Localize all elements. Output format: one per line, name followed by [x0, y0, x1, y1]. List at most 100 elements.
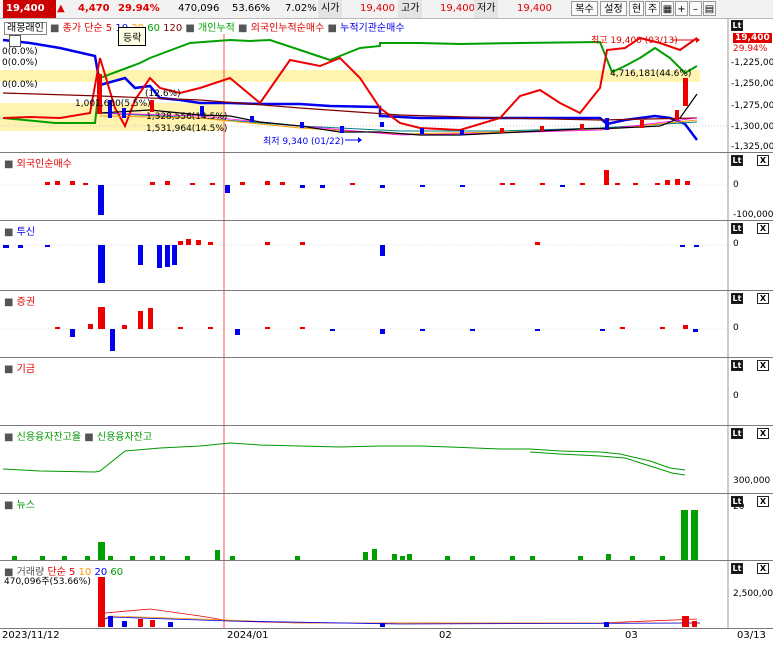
stock-button[interactable]: 주	[645, 1, 660, 16]
high-price: 19,400	[440, 3, 475, 14]
close-icon[interactable]: X	[757, 428, 769, 439]
close-icon[interactable]: X	[757, 155, 769, 166]
legend-dot: ■	[4, 297, 14, 308]
low-price: 19,400	[517, 3, 552, 14]
volume-pane[interactable]: ■ 거래량 단순 5 10 20 60 470,096주(53.66%) 2,5…	[0, 560, 773, 629]
trust-title: 투신	[16, 227, 36, 238]
legend-dot: ■	[4, 227, 14, 238]
news-pane[interactable]: ■ 뉴스 20 Lt X	[0, 493, 773, 561]
settings-box-icon[interactable]: Lt	[731, 496, 743, 507]
y-tick: 0	[733, 391, 739, 401]
y-tick: -1,250,00	[731, 79, 773, 89]
settings-box-icon[interactable]: Lt	[731, 428, 743, 439]
legend-dot: ■	[185, 23, 195, 34]
legend-dot: ■	[327, 23, 337, 34]
close-icon[interactable]: X	[757, 496, 769, 507]
legend-dot: ■	[238, 23, 248, 34]
pane-title: ■ 투신	[4, 223, 35, 238]
credit-balance-title: 신용융자잔고	[96, 432, 153, 443]
plus-icon[interactable]: +	[675, 1, 688, 16]
date-label: 03/13	[737, 630, 766, 641]
date-label: 2023/11/12	[2, 630, 60, 641]
minus-icon[interactable]: –	[689, 1, 702, 16]
open-price: 19,400	[360, 3, 395, 14]
current-price: 19,400	[3, 0, 56, 18]
y-tick: 0	[733, 239, 739, 249]
date-label: 03	[625, 630, 638, 641]
settings-button[interactable]: 설정	[600, 1, 627, 16]
volume-ratio: 53.66%	[232, 3, 271, 14]
trust-pane[interactable]: ■ 투신 0 Lt X	[0, 220, 773, 291]
tooltip-box: 등락	[118, 27, 147, 46]
volume-value: 470,096	[178, 3, 220, 14]
zero-label-2: 0(0.0%)	[2, 58, 38, 68]
price-pane[interactable]: 래몽래인 ■ 종가 단순 5 10 20 60 120 ■ 개인누적 ■ 외국인…	[0, 18, 773, 152]
annotation-1: 1,001,600(5.5%)	[75, 99, 151, 109]
news-title: 뉴스	[16, 500, 36, 511]
pane-title: ■ 뉴스	[4, 496, 35, 511]
window-icon[interactable]: ▤	[703, 1, 716, 16]
stock-name[interactable]: 래몽래인	[4, 22, 47, 35]
checkbox-icon[interactable]	[9, 35, 21, 47]
current-button[interactable]: 현	[629, 1, 644, 16]
high-note: 최고 19,400 (03/13)	[591, 36, 678, 46]
change-percent: 29.94%	[118, 3, 160, 14]
volume-ma20: 20	[94, 567, 108, 578]
legend-close-ma5: 종가 단순 5	[62, 23, 113, 34]
securities-pane[interactable]: ■ 증권 0 Lt X	[0, 290, 773, 358]
annotation-foreign: 4,716,181(44.6%)	[610, 69, 692, 79]
foreign-net-chart	[0, 153, 729, 221]
y-tick: -100,000	[733, 210, 773, 220]
quote-header: 19,400 ▲ 4,470 29.94% 470,096 53.66% 7.0…	[0, 0, 773, 19]
settings-box-icon[interactable]: Lt	[731, 360, 743, 371]
legend-dot: ■	[50, 23, 60, 34]
main-legend: 래몽래인 ■ 종가 단순 5 10 20 60 120 ■ 개인누적 ■ 외국인…	[4, 19, 405, 35]
settings-box-icon[interactable]: Lt	[731, 223, 743, 234]
y-tick: 0	[733, 180, 739, 190]
y-tick: -1,325,00	[731, 142, 773, 152]
y-tick: -1,275,00	[731, 101, 773, 111]
y-tick: 300,000	[733, 476, 771, 486]
close-icon[interactable]: X	[757, 293, 769, 304]
legend-dot: ■	[4, 432, 14, 443]
low-note: 최저 9,340 (01/22)	[263, 137, 345, 147]
foreign-net-pane[interactable]: ■ 외국인순매수 0 -100,000 Lt X	[0, 152, 773, 221]
legend-ma120: 120	[163, 23, 183, 34]
legend-dot: ■	[4, 159, 14, 170]
high-label: 고가	[398, 0, 423, 18]
grid-icon[interactable]: ▦	[661, 1, 674, 16]
open-label: 시가	[318, 0, 343, 18]
foreign-net-title: 외국인순매수	[16, 159, 72, 170]
settings-box-icon[interactable]: Lt	[731, 155, 743, 166]
credit-balance-line	[2, 442, 686, 473]
turnover-rate: 7.02%	[285, 3, 317, 14]
fund-chart	[223, 358, 729, 426]
close-icon[interactable]: X	[757, 223, 769, 234]
annotation-pct: (12.6%)	[145, 89, 181, 99]
y-tick: 0	[733, 323, 739, 333]
legend-individual: 개인누적	[198, 23, 235, 34]
pane-title: ■ 외국인순매수	[4, 155, 72, 170]
credit-pane[interactable]: ■ 신용융자잔고율 ■ 신용융자잔고 300,000 Lt X	[0, 425, 773, 494]
settings-box-icon[interactable]: Lt	[731, 563, 743, 574]
legend-foreign: 외국인누적순매수	[250, 23, 325, 34]
y-tick: -1,225,00	[731, 58, 773, 68]
settings-box-icon[interactable]: Lt	[731, 293, 743, 304]
up-arrow-icon: ▲	[57, 3, 65, 14]
securities-title: 증권	[16, 297, 36, 308]
zero-label-1: 0(0.0%)	[2, 47, 38, 57]
fund-pane[interactable]: ■ 기금 0 Lt X	[0, 357, 773, 426]
pane-title: ■ 기금	[4, 360, 35, 375]
credit-ratio-title: 신용융자잔고율	[16, 432, 82, 443]
price-tag: 19,400	[733, 33, 772, 43]
y-tick: -1,300,00	[731, 122, 773, 132]
low-label: 저가	[474, 0, 499, 18]
price-change: 4,470	[78, 3, 110, 14]
settings-box-icon[interactable]: Lt	[731, 20, 743, 31]
date-axis: 2023/11/12 2024/01 02 03 03/13	[0, 628, 773, 645]
legend-institution: 누적기관순매수	[340, 23, 405, 34]
close-icon[interactable]: X	[757, 563, 769, 574]
pane-title: ■ 신용융자잔고율 ■ 신용융자잔고	[4, 428, 152, 443]
close-icon[interactable]: X	[757, 360, 769, 371]
multi-button[interactable]: 복수	[571, 1, 598, 16]
